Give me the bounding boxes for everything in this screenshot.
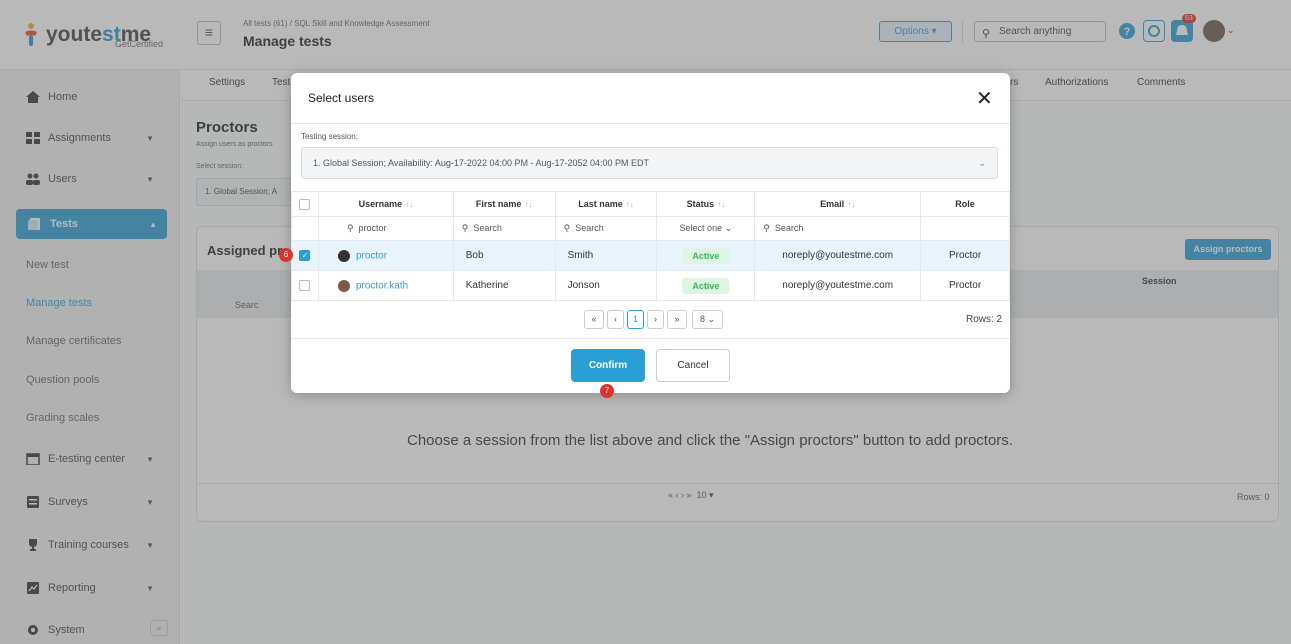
email-cell: noreply@youtestme.com bbox=[754, 240, 922, 271]
username-filter-input[interactable]: ⚲ proctor bbox=[317, 216, 454, 241]
select-users-modal: Select users ✕ Testing session: 1. Globa… bbox=[279, 73, 1010, 398]
select-all-checkbox[interactable] bbox=[291, 191, 319, 217]
column-status[interactable]: Status ↑↓ bbox=[656, 191, 756, 217]
testing-session-select[interactable]: 1. Global Session; Availability: Aug-17-… bbox=[301, 147, 998, 179]
status-filter-select[interactable]: Select one ⌄ bbox=[656, 216, 756, 241]
page-size-select[interactable]: 8 ⌄ bbox=[692, 310, 723, 329]
sort-icon: ↑↓ bbox=[625, 200, 634, 209]
column-first-name[interactable]: First name ↑↓ bbox=[452, 191, 556, 217]
first-name-cell: Bob bbox=[452, 240, 556, 271]
username-cell[interactable]: proctor.kath bbox=[317, 270, 454, 301]
step-marker-7: 7 bbox=[600, 384, 614, 398]
table-header-row: Username ↑↓ First name ↑↓ Last name ↑↓ Stat… bbox=[291, 191, 1010, 217]
first-name-filter-input[interactable]: ⚲ Search bbox=[452, 216, 556, 241]
testing-session-label: Testing session: bbox=[301, 132, 358, 141]
testing-session-value: 1. Global Session; Availability: Aug-17-… bbox=[313, 158, 650, 168]
rows-count: Rows: 2 bbox=[966, 314, 1003, 325]
step-marker-6: 6 bbox=[279, 248, 293, 262]
row-checkbox[interactable]: ✓ bbox=[291, 240, 319, 271]
close-icon[interactable]: ✕ bbox=[976, 86, 993, 111]
first-name-cell: Katherine bbox=[452, 270, 556, 301]
avatar bbox=[337, 249, 350, 262]
role-cell: Proctor bbox=[920, 270, 1010, 301]
sort-icon: ↑↓ bbox=[405, 200, 414, 209]
last-page-button[interactable]: » bbox=[667, 310, 687, 329]
modal-footer-divider bbox=[291, 338, 1010, 339]
column-role: Role bbox=[920, 191, 1010, 217]
sort-icon: ↑↓ bbox=[847, 200, 856, 209]
column-email[interactable]: Email ↑↓ bbox=[754, 191, 922, 217]
last-name-cell: Smith bbox=[554, 240, 658, 271]
status-cell: Active bbox=[656, 270, 756, 301]
table-row[interactable]: proctor.kath Katherine Jonson Active nor… bbox=[291, 270, 1010, 301]
chevron-down-icon: ⌄ bbox=[978, 158, 986, 168]
sort-icon: ↑↓ bbox=[524, 200, 533, 209]
filter-empty bbox=[291, 216, 319, 241]
row-checkbox[interactable] bbox=[291, 270, 319, 301]
avatar bbox=[337, 279, 350, 292]
column-last-name[interactable]: Last name ↑↓ bbox=[554, 191, 658, 217]
last-name-filter-input[interactable]: ⚲ Search bbox=[554, 216, 658, 241]
last-name-cell: Jonson bbox=[554, 270, 658, 301]
page-button-current[interactable]: 1 bbox=[627, 310, 644, 329]
prev-page-button[interactable]: ‹ bbox=[607, 310, 624, 329]
username-cell[interactable]: proctor bbox=[317, 240, 454, 271]
filter-row: ⚲ proctor ⚲ Search ⚲ Search Select one ⌄… bbox=[291, 216, 1010, 241]
sort-icon: ↑↓ bbox=[717, 200, 726, 209]
confirm-button[interactable]: Confirm bbox=[571, 349, 645, 382]
next-page-button[interactable]: › bbox=[647, 310, 664, 329]
status-badge: Active bbox=[682, 247, 730, 264]
table-row[interactable]: ✓ proctor Bob Smith Active noreply@youte… bbox=[291, 240, 1010, 271]
column-username[interactable]: Username ↑↓ bbox=[317, 191, 454, 217]
role-cell: Proctor bbox=[920, 240, 1010, 271]
email-filter-input[interactable]: ⚲ Search bbox=[754, 216, 922, 241]
email-cell: noreply@youtestme.com bbox=[754, 270, 922, 301]
first-page-button[interactable]: « bbox=[584, 310, 604, 329]
cancel-button[interactable]: Cancel bbox=[656, 349, 730, 382]
modal-divider bbox=[291, 123, 1010, 124]
modal-title: Select users bbox=[308, 91, 375, 105]
filter-empty bbox=[920, 216, 1010, 241]
status-badge: Active bbox=[682, 277, 730, 294]
status-cell: Active bbox=[656, 240, 756, 271]
users-table: Username ↑↓ First name ↑↓ Last name ↑↓ Stat… bbox=[291, 191, 1010, 301]
